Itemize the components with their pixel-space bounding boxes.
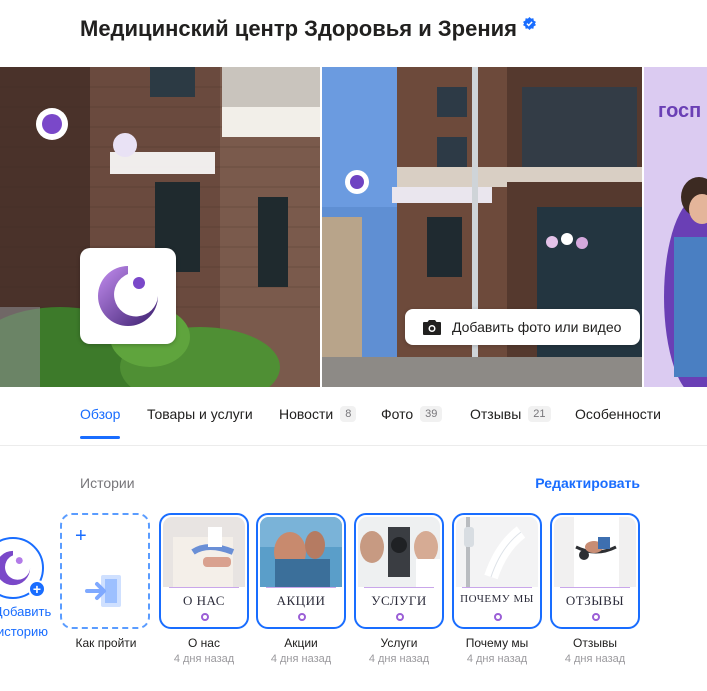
story-services[interactable]: УСЛУГИ	[354, 513, 444, 629]
divider	[169, 587, 239, 588]
verified-check-icon	[522, 16, 536, 30]
logo-ring-icon	[201, 613, 209, 621]
tab-reviews[interactable]: Отзывы 21	[470, 406, 551, 422]
story-how-to-get-label: Как пройти	[75, 636, 137, 650]
story-thumbnail	[260, 517, 342, 587]
story-name: Услуги	[380, 636, 418, 650]
tab-news[interactable]: Новости 8	[279, 406, 357, 422]
story-time: 4 дня назад	[173, 653, 235, 665]
gallery-photo-promo-banner[interactable]: госп	[644, 67, 707, 387]
story-caption: АКЦИИ	[276, 593, 326, 608]
story-thumbnail	[163, 517, 245, 587]
story-time: 4 дня назад	[270, 653, 332, 665]
tab-bar: Обзор Товары и услуги Новости 8 Фото 39 …	[0, 396, 707, 446]
stories-section-label: Истории	[80, 475, 135, 491]
story-caption: ОТЗЫВЫ	[565, 593, 625, 608]
story-how-to-get[interactable]: +	[60, 513, 150, 629]
page-title: Медицинский центр Здоровья и Зрения	[80, 16, 536, 42]
tab-overview[interactable]: Обзор	[80, 406, 121, 439]
story-name: Почему мы	[465, 636, 529, 650]
story-name: О нас	[188, 636, 220, 650]
story-thumbnail	[456, 517, 538, 587]
story-thumbnail	[554, 517, 636, 587]
story-name: Акции	[284, 636, 318, 650]
story-about-us[interactable]: О НАС	[159, 513, 249, 629]
story-name: Отзывы	[573, 636, 617, 650]
tab-features[interactable]: Особенности	[575, 406, 661, 422]
plus-icon: +	[75, 525, 87, 547]
add-photo-video-button[interactable]: Добавить фото или видео	[405, 309, 640, 345]
logo-ring-icon	[298, 613, 306, 621]
clinic-logo-icon	[0, 550, 31, 586]
story-caption: ПОЧЕМУ МЫ	[460, 593, 534, 605]
tab-label: Товары и услуги	[147, 406, 253, 422]
clinic-logo-icon	[98, 266, 158, 326]
camera-icon	[423, 320, 441, 335]
count-badge: 39	[420, 406, 443, 422]
tab-label: Особенности	[575, 406, 661, 422]
story-time: 4 дня назад	[564, 653, 626, 665]
count-badge: 8	[340, 406, 357, 422]
active-tab-indicator	[80, 436, 121, 439]
clinic-logo	[80, 248, 176, 344]
story-thumbnail	[358, 517, 440, 587]
story-promotions[interactable]: АКЦИИ	[256, 513, 346, 629]
add-story-button[interactable]: +	[0, 537, 46, 599]
divider	[560, 587, 630, 588]
logo-ring-icon	[396, 613, 404, 621]
tab-label: Отзывы	[470, 406, 522, 422]
logo-ring-icon	[592, 613, 600, 621]
tab-products-services[interactable]: Товары и услуги	[147, 406, 253, 422]
divider	[364, 587, 434, 588]
tab-label: Новости	[279, 406, 334, 422]
story-caption: О НАС	[183, 593, 225, 608]
tab-label: Обзор	[80, 406, 121, 422]
story-time: 4 дня назад	[368, 653, 430, 665]
count-badge: 21	[528, 406, 551, 422]
divider	[266, 587, 336, 588]
add-media-label: Добавить фото или видео	[452, 319, 622, 335]
logo-ring-icon	[494, 613, 502, 621]
story-why-us[interactable]: ПОЧЕМУ МЫ	[452, 513, 542, 629]
story-reviews[interactable]: ОТЗЫВЫ	[550, 513, 640, 629]
banner-text: госп	[658, 100, 701, 122]
photo-gallery[interactable]: госп Добавить фото или видео	[0, 67, 707, 387]
story-time: 4 дня назад	[466, 653, 528, 665]
tab-label: Фото	[381, 406, 414, 422]
story-caption: УСЛУГИ	[371, 593, 427, 608]
plus-icon: +	[28, 580, 46, 598]
divider	[462, 587, 532, 588]
edit-stories-link[interactable]: Редактировать	[535, 475, 640, 491]
enter-door-icon	[85, 575, 121, 607]
tab-photos[interactable]: Фото 39	[381, 406, 443, 422]
organization-name: Медицинский центр Здоровья и Зрения	[80, 16, 517, 41]
